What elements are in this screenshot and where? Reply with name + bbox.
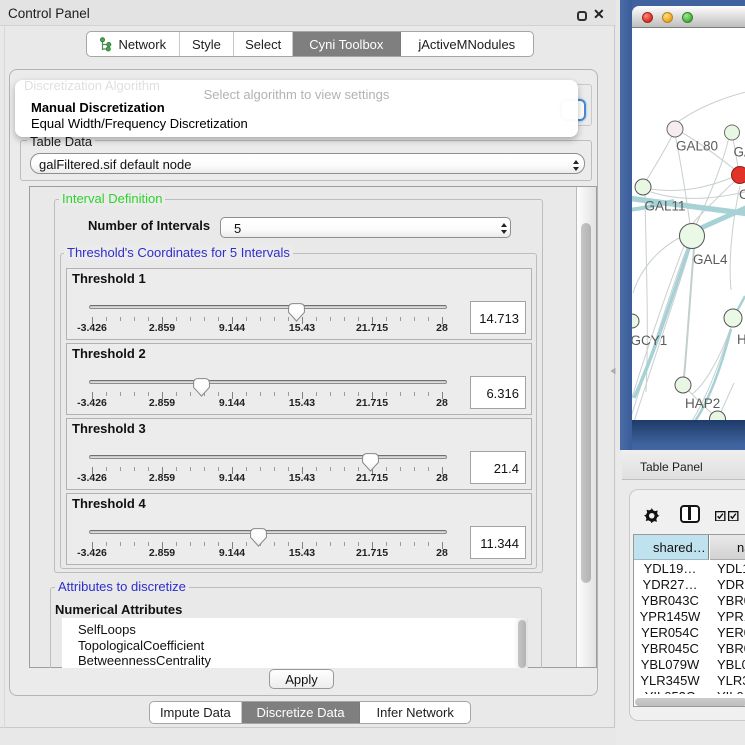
- svg-text:GCY1: GCY1: [632, 333, 667, 348]
- svg-text:GAL80: GAL80: [676, 139, 718, 154]
- svg-text:GA: GA: [734, 145, 745, 160]
- svg-text:GAL4: GAL4: [693, 252, 728, 267]
- svg-text:HAP2: HAP2: [685, 396, 720, 411]
- svg-text:C: C: [739, 187, 745, 202]
- svg-text:H: H: [737, 332, 745, 347]
- svg-text:GAL11: GAL11: [645, 199, 686, 214]
